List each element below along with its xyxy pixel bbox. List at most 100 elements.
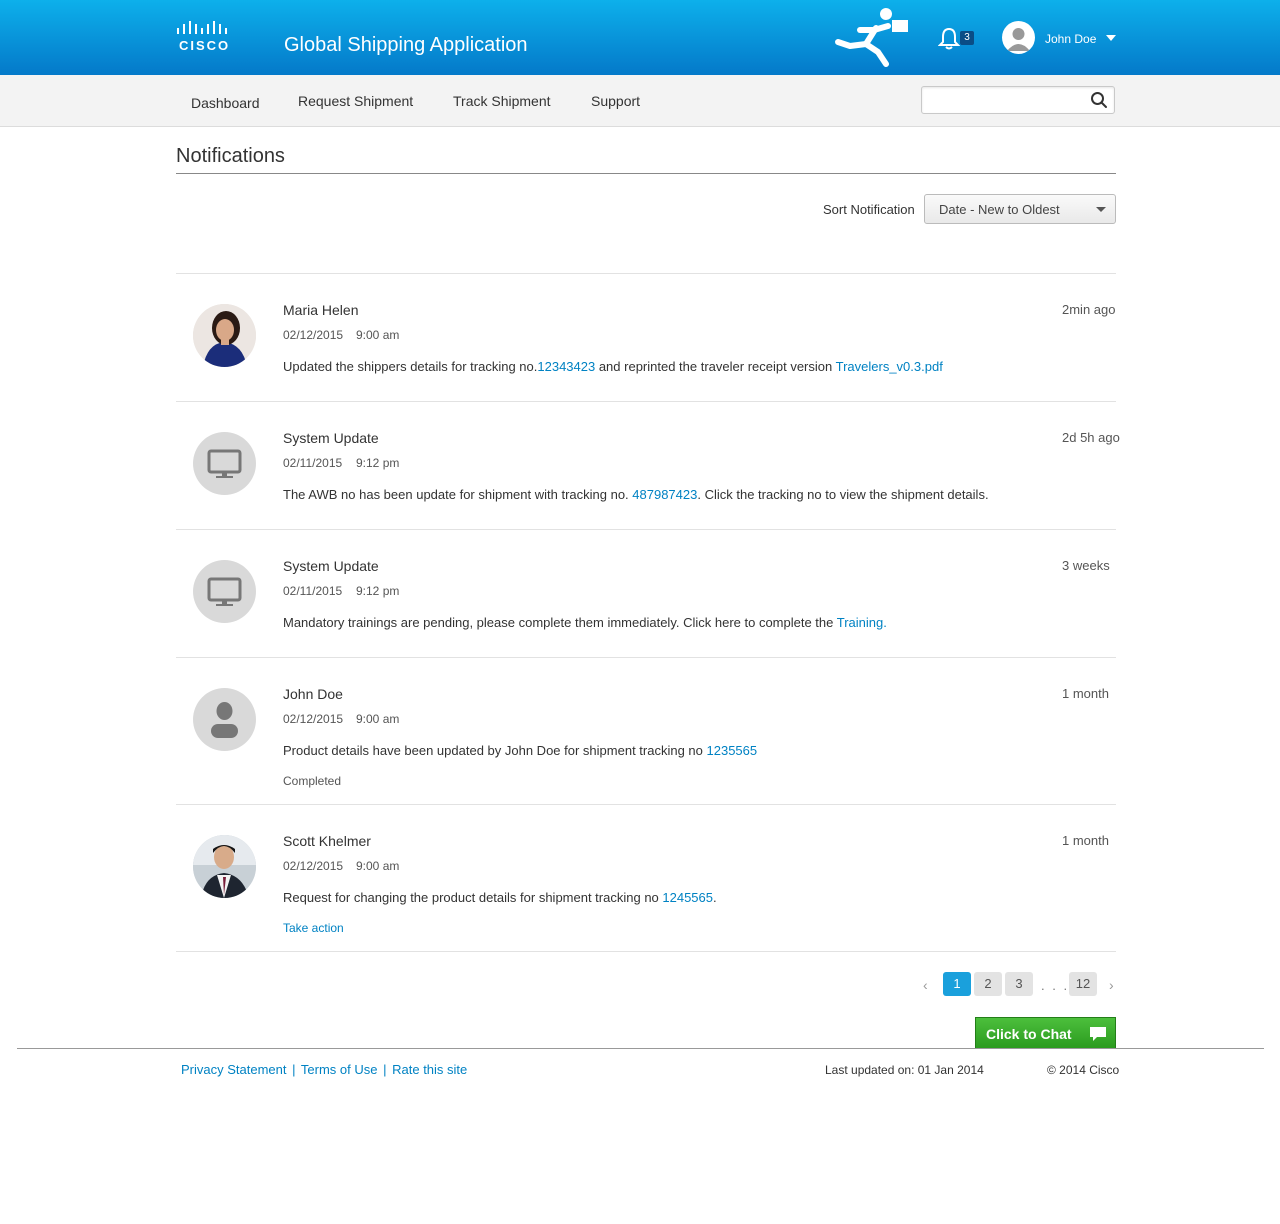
notification-date: 02/12/2015	[283, 328, 344, 342]
last-updated-text: Last updated on: 01 Jan 2014	[825, 1063, 984, 1077]
avatar-system	[193, 560, 256, 623]
person-photo-icon	[193, 835, 256, 898]
message-text: Product details have been updated by Joh…	[283, 743, 707, 758]
message-text: . Click the tracking no to view the ship…	[697, 487, 989, 502]
notification-author: John Doe	[283, 686, 343, 702]
search-input[interactable]	[926, 90, 1086, 110]
sort-dropdown[interactable]: Date - New to Oldest	[924, 194, 1116, 224]
footer-divider	[17, 1048, 1264, 1049]
prev-page-icon[interactable]: ‹	[923, 977, 928, 993]
user-silhouette-icon	[1007, 28, 1030, 51]
divider	[176, 401, 1116, 402]
notification-time: 9:00 am	[356, 859, 400, 873]
running-man-icon	[835, 8, 908, 67]
page-1-button[interactable]: 1	[943, 972, 971, 996]
user-name[interactable]: John Doe	[1045, 32, 1096, 46]
notification-date: 02/11/2015	[283, 456, 343, 470]
monitor-icon	[207, 449, 242, 478]
notification-age: 1 month	[1062, 833, 1109, 848]
notification-date: 02/12/2015	[283, 859, 344, 873]
chevron-down-icon	[1096, 207, 1106, 212]
user-avatar[interactable]	[1002, 21, 1035, 54]
nav-track-shipment[interactable]: Track Shipment	[453, 93, 551, 109]
page-2-button[interactable]: 2	[974, 972, 1002, 996]
message-text: and reprinted the traveler receipt versi…	[595, 359, 836, 374]
app-title: Global Shipping Application	[284, 34, 528, 56]
search-box	[921, 86, 1115, 114]
footer-links: Privacy Statement | Terms of Use | Rate …	[181, 1062, 467, 1077]
notification-time: 9:00 am	[356, 712, 400, 726]
notification-item: John Doe 02/12/2015 9:00 am 1 month Prod…	[176, 686, 1120, 796]
tracking-link[interactable]: 1245565	[662, 890, 713, 905]
message-text: .	[713, 890, 717, 905]
notification-message: Mandatory trainings are pending, please …	[283, 615, 887, 630]
message-text: Updated the shippers details for trackin…	[283, 359, 538, 374]
footer-separator: |	[383, 1062, 387, 1077]
title-divider	[176, 173, 1116, 174]
notification-date: 02/12/2015	[283, 712, 344, 726]
tracking-link[interactable]: 487987423	[632, 487, 697, 502]
tracking-link[interactable]: 12343423	[537, 359, 595, 374]
notification-item: System Update 02/11/2015 9:12 pm 3 weeks…	[176, 558, 1120, 648]
notification-age: 2d 5h ago	[1062, 430, 1120, 445]
search-icon[interactable]	[1090, 91, 1108, 109]
click-to-chat-button[interactable]: Click to Chat	[975, 1017, 1116, 1049]
nav-support[interactable]: Support	[591, 93, 640, 109]
take-action-link[interactable]: Take action	[283, 921, 344, 935]
user-silhouette-icon	[211, 702, 238, 738]
notification-date: 02/11/2015	[283, 584, 343, 598]
divider	[176, 529, 1116, 530]
page-title: Notifications	[176, 145, 285, 167]
user-menu-caret-icon[interactable]	[1106, 35, 1116, 41]
pagination-ellipsis: . . .	[1041, 978, 1070, 993]
avatar-photo	[193, 304, 256, 367]
message-text: Mandatory trainings are pending, please …	[283, 615, 837, 630]
tracking-link[interactable]: 1235565	[707, 743, 758, 758]
footer-separator: |	[292, 1062, 296, 1077]
notification-age: 1 month	[1062, 686, 1109, 701]
notification-author: Maria Helen	[283, 302, 359, 318]
notification-time: 9:00 am	[356, 328, 400, 342]
notification-message: The AWB no has been update for shipment …	[283, 487, 989, 502]
copyright-text: © 2014 Cisco	[1047, 1063, 1120, 1077]
divider	[176, 273, 1116, 274]
notification-message: Product details have been updated by Joh…	[283, 743, 757, 758]
page-12-button[interactable]: 12	[1069, 972, 1097, 996]
person-photo-icon	[193, 304, 256, 367]
notification-age: 3 weeks	[1062, 558, 1110, 573]
chat-button-label: Click to Chat	[986, 1026, 1072, 1042]
message-text: The AWB no has been update for shipment …	[283, 487, 633, 502]
sort-label: Sort Notification	[823, 202, 915, 217]
rate-this-site-link[interactable]: Rate this site	[392, 1062, 467, 1077]
training-link[interactable]: Training.	[837, 615, 887, 630]
notification-time: 9:12 pm	[356, 456, 400, 470]
sort-dropdown-value: Date - New to Oldest	[939, 202, 1060, 217]
notification-item: Scott Khelmer 02/12/2015 9:00 am 1 month…	[176, 833, 1120, 943]
page-3-button[interactable]: 3	[1005, 972, 1033, 996]
terms-of-use-link[interactable]: Terms of Use	[301, 1062, 378, 1077]
notification-time: 9:12 pm	[356, 584, 400, 598]
nav-dashboard[interactable]: Dashboard	[191, 95, 260, 111]
avatar-system	[193, 432, 256, 495]
notification-age: 2min ago	[1062, 302, 1116, 317]
nav-request-shipment[interactable]: Request Shipment	[298, 93, 413, 109]
notification-count-badge: 3	[960, 31, 974, 45]
receipt-file-link[interactable]: Travelers_v0.3.pdf	[836, 359, 943, 374]
notification-item: Maria Helen 02/12/2015 9:00 am 2min ago …	[176, 302, 1120, 392]
divider	[176, 657, 1116, 658]
notification-message: Request for changing the product details…	[283, 890, 717, 905]
notification-author: System Update	[283, 430, 379, 446]
cisco-logo[interactable]: CISCO	[176, 20, 236, 54]
divider	[176, 804, 1116, 805]
privacy-statement-link[interactable]: Privacy Statement	[181, 1062, 287, 1077]
next-page-icon[interactable]: ›	[1109, 977, 1114, 993]
chat-bubble-icon	[1090, 1027, 1106, 1041]
notification-author: System Update	[283, 558, 379, 574]
notification-bell-icon[interactable]	[938, 26, 960, 50]
notification-author: Scott Khelmer	[283, 833, 371, 849]
notification-message: Updated the shippers details for trackin…	[283, 359, 943, 374]
avatar-placeholder	[193, 688, 256, 751]
divider	[176, 951, 1116, 952]
monitor-icon	[207, 577, 242, 606]
notification-status: Completed	[283, 774, 342, 788]
